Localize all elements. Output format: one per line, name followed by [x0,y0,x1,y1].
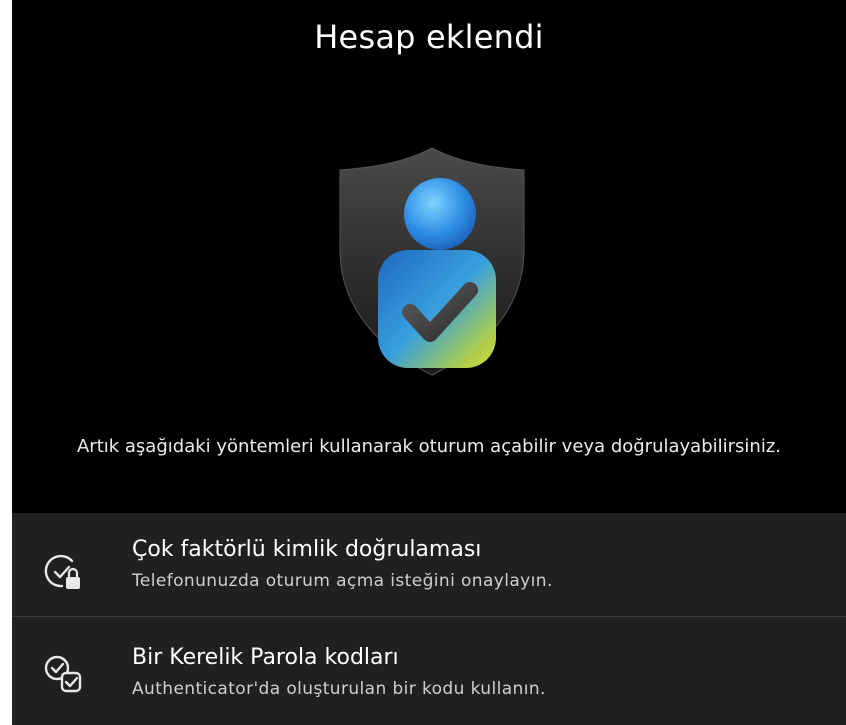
otp-title: Bir Kerelik Parola kodları [132,645,399,670]
shield-user-check-icon [312,130,552,390]
list-item-otp[interactable]: Bir Kerelik Parola kodları Authenticator… [12,617,846,717]
mfa-subtitle: Telefonunuzda oturum açma isteğini onayl… [132,571,553,591]
description-text: Artık aşağıdaki yöntemleri kullanarak ot… [76,436,781,457]
screen: Hesap eklendi Artık aşağıdaki yöntemleri… [12,0,846,725]
check-lock-icon [42,551,84,593]
otp-subtitle: Authenticator'da oluşturulan bir kodu ku… [132,679,546,699]
mfa-title: Çok faktörlü kimlik doğrulaması [132,537,482,562]
methods-list: Çok faktörlü kimlik doğrulaması Telefonu… [12,513,846,725]
list-item-mfa[interactable]: Çok faktörlü kimlik doğrulaması Telefonu… [12,513,846,613]
page-title: Hesap eklendi [314,18,544,56]
double-check-icon [42,653,84,695]
